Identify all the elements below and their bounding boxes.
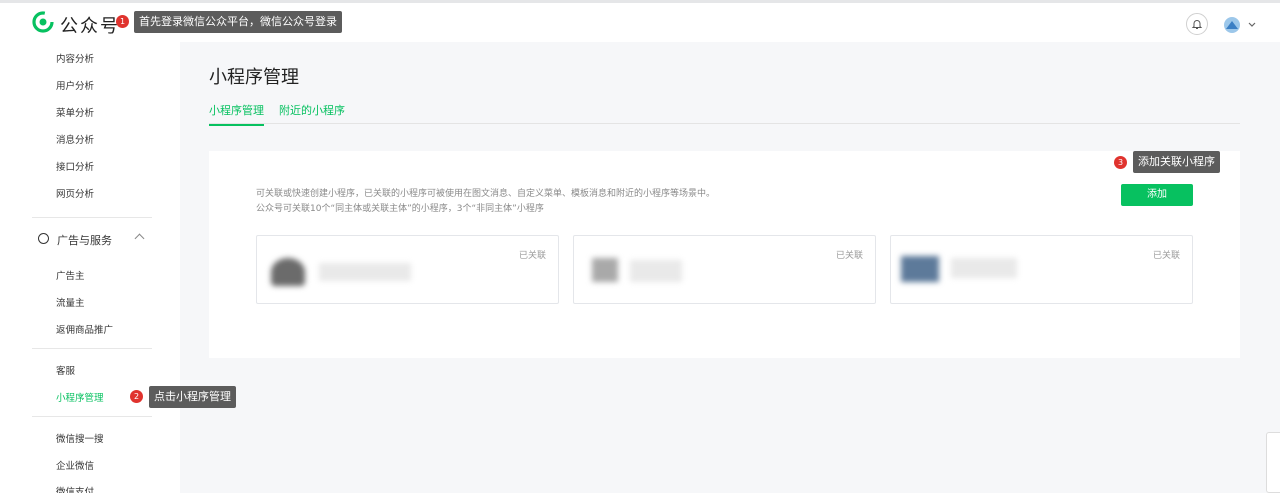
sidebar-item-api-analysis[interactable]: 接口分析 [56,159,94,173]
status-badge: 已关联 [1152,251,1180,261]
annotation-tip-1: 首先登录微信公众平台，微信公众号登录 [134,11,342,33]
miniprogram-avatar [901,256,939,282]
sidebar: 内容分析 用户分析 菜单分析 消息分析 接口分析 网页分析 广告主 流量主 返佣… [0,42,180,493]
miniprogram-name-redacted [630,260,682,282]
annotation-badge-3: 3 [1114,156,1127,169]
tab-miniprogram-management[interactable]: 小程序管理 [209,102,264,126]
sidebar-item-webpage-analysis[interactable]: 网页分析 [56,186,94,200]
tab-nearby-miniprograms[interactable]: 附近的小程序 [279,102,345,118]
sidebar-item-commission-promo[interactable]: 返佣商品推广 [56,322,113,336]
brand-title[interactable]: 公众号 [60,12,120,38]
tab-bar: 小程序管理 附近的小程序 [209,100,1240,126]
miniprogram-avatar [271,258,305,286]
sidebar-item-message-analysis[interactable]: 消息分析 [56,132,94,146]
logo-icon[interactable] [32,11,54,33]
linked-miniprogram-card[interactable]: 已关联 [256,235,559,304]
chevron-down-icon [1248,22,1256,27]
floating-help-widget[interactable] [1266,432,1280,493]
sidebar-item-publisher[interactable]: 流量主 [56,295,85,309]
linked-miniprogram-card[interactable]: 已关联 [890,235,1193,304]
annotation-badge-1: 1 [116,15,129,28]
miniprogram-avatar [592,258,618,282]
linked-miniprogram-card[interactable]: 已关联 [573,235,876,304]
page-title: 小程序管理 [209,67,299,88]
bell-icon[interactable] [1186,13,1208,35]
divider [32,416,152,417]
sidebar-item-menu-analysis[interactable]: 菜单分析 [56,105,94,119]
description-line-1: 可关联或快速创建小程序，已关联的小程序可被使用在图文消息、自定义菜单、模板消息和… [256,189,716,199]
annotation-tip-2: 点击小程序管理 [149,386,236,408]
description-line-2: 公众号可关联10个“同主体或关联主体”的小程序，3个“非同主体”小程序 [256,204,544,214]
sidebar-group-label: 广告与服务 [57,234,112,247]
chevron-up-icon[interactable] [134,233,145,244]
annotation-badge-2: 2 [130,390,143,403]
divider [32,348,152,349]
sidebar-item-advertiser[interactable]: 广告主 [56,268,85,282]
sidebar-item-miniprogram-management[interactable]: 小程序管理 [56,390,104,404]
sidebar-item-user-analysis[interactable]: 用户分析 [56,78,94,92]
account-menu[interactable] [1222,15,1258,35]
divider [32,217,152,218]
sidebar-item-customer-service[interactable]: 客服 [56,363,75,377]
miniprogram-name-redacted [319,263,411,281]
sidebar-item-wechat-pay[interactable]: 微信支付 [56,484,94,493]
status-badge: 已关联 [835,251,863,261]
sidebar-item-wechat-search[interactable]: 微信搜一搜 [56,431,104,445]
compass-icon [38,233,49,244]
sidebar-group-ads-services[interactable]: 广告与服务 [38,232,158,248]
sidebar-item-wecom[interactable]: 企业微信 [56,458,94,472]
add-miniprogram-button[interactable]: 添加 [1121,184,1193,206]
status-badge: 已关联 [518,251,546,261]
annotation-tip-3: 添加关联小程序 [1133,151,1220,173]
miniprogram-panel: 可关联或快速创建小程序，已关联的小程序可被使用在图文消息、自定义菜单、模板消息和… [209,151,1240,358]
miniprogram-name-redacted [951,258,1017,278]
sidebar-item-content-analysis[interactable]: 内容分析 [56,51,94,65]
